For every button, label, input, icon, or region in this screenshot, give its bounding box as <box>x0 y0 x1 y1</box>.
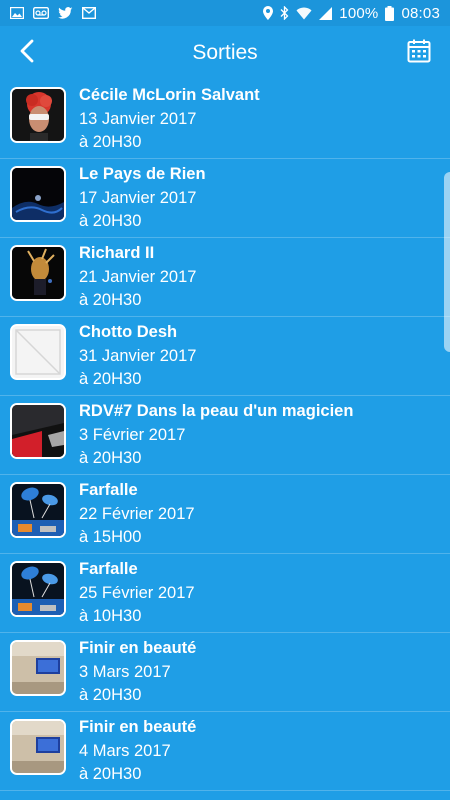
event-date: 3 Février 2017 <box>79 425 186 444</box>
list-item[interactable]: Finir en beauté 3 Mars 2017 à 20H30 <box>0 633 450 712</box>
event-date: 3 Mars 2017 <box>79 662 171 681</box>
status-bar: 100% 08:03 <box>0 0 450 26</box>
event-thumbnail <box>10 561 66 617</box>
mail-icon <box>82 7 96 19</box>
event-time: à 10H30 <box>79 607 142 625</box>
event-thumbnail <box>10 245 66 301</box>
event-time: à 20H30 <box>79 765 142 783</box>
battery-icon <box>385 5 395 21</box>
list-item[interactable]: Farfalle 22 Février 2017 à 15H00 <box>0 475 450 554</box>
gallery-icon <box>10 7 24 19</box>
back-button[interactable] <box>12 38 42 68</box>
event-title: Finir en beauté <box>79 718 197 736</box>
twitter-icon <box>58 7 73 19</box>
clock: 08:03 <box>401 4 440 22</box>
edge-panel-handle[interactable] <box>444 172 450 352</box>
event-details: Chotto Desh 31 Janvier 2017 à 20H30 <box>79 321 440 392</box>
event-time: à 20H30 <box>79 370 142 388</box>
event-title: Cécile McLorin Salvant <box>79 86 260 104</box>
event-date: 21 Janvier 2017 <box>79 267 197 286</box>
voicemail-icon <box>33 7 49 19</box>
calendar-button[interactable] <box>404 38 434 68</box>
calendar-icon <box>407 39 431 68</box>
event-time: à 20H30 <box>79 291 142 309</box>
event-title: RDV#7 Dans la peau d'un magicien <box>79 402 354 420</box>
event-thumbnail <box>10 482 66 538</box>
battery-percentage: 100% <box>339 4 379 22</box>
event-details: Cécile McLorin Salvant 13 Janvier 2017 à… <box>79 84 440 155</box>
event-date: 22 Février 2017 <box>79 504 195 523</box>
wifi-icon <box>296 7 312 20</box>
event-list: Cécile McLorin Salvant 13 Janvier 2017 à… <box>0 80 450 791</box>
event-date: 4 Mars 2017 <box>79 741 171 760</box>
event-date: 25 Février 2017 <box>79 583 195 602</box>
event-title: Farfalle <box>79 481 138 499</box>
event-thumbnail <box>10 166 66 222</box>
event-time: à 15H00 <box>79 528 142 546</box>
event-time: à 20H30 <box>79 686 142 704</box>
list-item[interactable]: Farfalle 25 Février 2017 à 10H30 <box>0 554 450 633</box>
event-time: à 20H30 <box>79 449 142 467</box>
status-right-icons: 100% 08:03 <box>263 5 450 22</box>
app-bar: Sorties <box>0 26 450 80</box>
event-time: à 20H30 <box>79 133 142 151</box>
event-details: Finir en beauté 3 Mars 2017 à 20H30 <box>79 637 440 708</box>
status-left-icons <box>0 7 96 19</box>
list-item[interactable]: Finir en beauté 4 Mars 2017 à 20H30 <box>0 712 450 791</box>
event-title: Chotto Desh <box>79 323 178 341</box>
event-title: Farfalle <box>79 560 138 578</box>
signal-icon <box>319 6 333 20</box>
list-item[interactable]: Richard II 21 Janvier 2017 à 20H30 <box>0 238 450 317</box>
event-thumbnail <box>10 87 66 143</box>
event-details: RDV#7 Dans la peau d'un magicien 3 Févri… <box>79 400 440 471</box>
location-icon <box>263 6 274 20</box>
bluetooth-icon <box>280 6 289 20</box>
event-date: 31 Janvier 2017 <box>79 346 197 365</box>
event-thumbnail <box>10 403 66 459</box>
event-date: 17 Janvier 2017 <box>79 188 197 207</box>
event-details: Richard II 21 Janvier 2017 à 20H30 <box>79 242 440 313</box>
list-item[interactable]: Chotto Desh 31 Janvier 2017 à 20H30 <box>0 317 450 396</box>
event-details: Farfalle 25 Février 2017 à 10H30 <box>79 558 440 629</box>
back-chevron-icon <box>19 39 35 68</box>
event-details: Finir en beauté 4 Mars 2017 à 20H30 <box>79 716 440 787</box>
event-title: Le Pays de Rien <box>79 165 206 183</box>
list-item[interactable]: RDV#7 Dans la peau d'un magicien 3 Févri… <box>0 396 450 475</box>
event-title: Richard II <box>79 244 155 262</box>
event-date: 13 Janvier 2017 <box>79 109 197 128</box>
event-details: Farfalle 22 Février 2017 à 15H00 <box>79 479 440 550</box>
event-details: Le Pays de Rien 17 Janvier 2017 à 20H30 <box>79 163 440 234</box>
list-item[interactable]: Cécile McLorin Salvant 13 Janvier 2017 à… <box>0 80 450 159</box>
list-item[interactable]: Le Pays de Rien 17 Janvier 2017 à 20H30 <box>0 159 450 238</box>
event-time: à 20H30 <box>79 212 142 230</box>
event-title: Finir en beauté <box>79 639 197 657</box>
event-thumbnail <box>10 640 66 696</box>
event-thumbnail <box>10 324 66 380</box>
page-title: Sorties <box>192 41 258 64</box>
event-thumbnail <box>10 719 66 775</box>
